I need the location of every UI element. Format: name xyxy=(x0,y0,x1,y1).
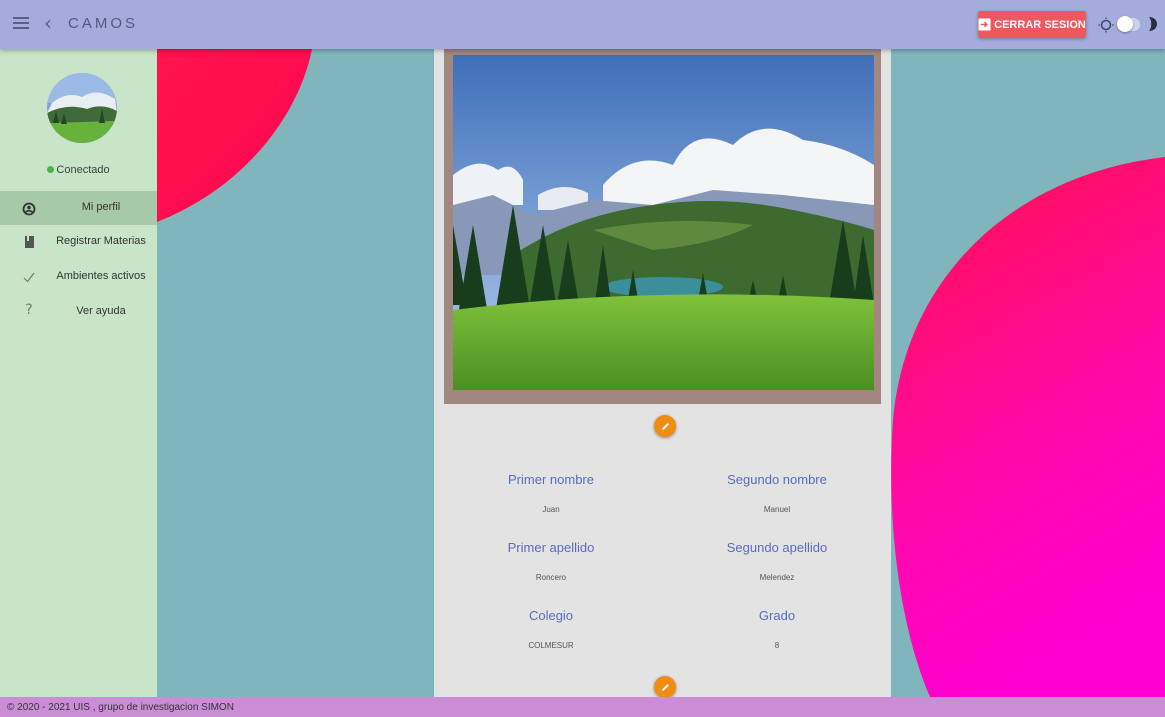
notebook-icon xyxy=(25,236,34,248)
footer-copyright: © 2020 - 2021 UIS , grupo de investigaci… xyxy=(7,702,234,713)
sidebar-item-label: Ambientes activos xyxy=(56,270,146,282)
field-label-colegio: Colegio xyxy=(528,608,574,623)
check-icon xyxy=(23,272,35,283)
sidebar-item-label: Mi perfil xyxy=(81,201,121,213)
sidebar: Conectado Mi perfil Registrar Materias A… xyxy=(0,49,157,697)
pencil-icon xyxy=(661,422,669,430)
sidebar-item-ambientes-activos[interactable]: Ambientes activos xyxy=(0,260,157,294)
profile-card: Primer nombre Segundo nombre Juan Manuel… xyxy=(434,49,891,698)
logout-icon xyxy=(978,18,991,31)
cover-photo xyxy=(453,55,874,390)
chevron-left-icon[interactable]: ‹ xyxy=(44,11,52,35)
online-dot-icon xyxy=(47,166,55,173)
sidebar-item-label: Ver ayuda xyxy=(76,305,126,317)
sidebar-item-label: Registrar Materias xyxy=(56,235,146,247)
field-value-segundo-nombre: Manuel xyxy=(763,505,791,514)
account-circle-icon xyxy=(22,202,36,216)
footer: © 2020 - 2021 UIS , grupo de investigaci… xyxy=(0,697,1165,717)
hamburger-menu-icon[interactable] xyxy=(13,14,29,32)
avatar[interactable] xyxy=(47,73,117,143)
field-value-grado: 8 xyxy=(774,641,780,650)
sidebar-item-registrar-materias[interactable]: Registrar Materias xyxy=(0,225,157,259)
top-app-bar: ‹ CAMOS CERRAR SESION xyxy=(0,0,1165,49)
field-label-primer-apellido: Primer apellido xyxy=(507,540,595,555)
question-mark-icon: ? xyxy=(25,302,33,318)
field-label-segundo-apellido: Segundo apellido xyxy=(726,540,828,555)
field-value-colegio: COLMESUR xyxy=(528,641,574,650)
moon-icon xyxy=(1149,17,1157,31)
field-value-primer-nombre: Juan xyxy=(542,505,560,514)
connection-status-label: Conectado xyxy=(56,164,110,176)
app-title: CAMOS xyxy=(68,15,139,32)
sidebar-item-ver-ayuda[interactable]: ? Ver ayuda xyxy=(0,295,157,329)
sidebar-item-mi-perfil[interactable]: Mi perfil xyxy=(0,191,157,225)
field-label-grado: Grado xyxy=(758,608,796,623)
field-value-segundo-apellido: Melendez xyxy=(759,573,795,582)
logout-button[interactable]: CERRAR SESION xyxy=(978,11,1086,38)
field-label-segundo-nombre: Segundo nombre xyxy=(727,472,827,487)
cover-photo-frame xyxy=(444,49,881,404)
connection-status: Conectado xyxy=(0,164,157,176)
sun-icon xyxy=(1098,17,1114,33)
theme-toggle[interactable] xyxy=(1117,16,1140,32)
logout-button-label: CERRAR SESION xyxy=(994,18,1086,31)
field-label-primer-nombre: Primer nombre xyxy=(508,472,594,487)
field-value-primer-apellido: Roncero xyxy=(535,573,567,582)
edit-profile-button[interactable] xyxy=(654,676,676,698)
edit-photo-button[interactable] xyxy=(654,415,676,437)
pencil-icon xyxy=(661,683,669,691)
